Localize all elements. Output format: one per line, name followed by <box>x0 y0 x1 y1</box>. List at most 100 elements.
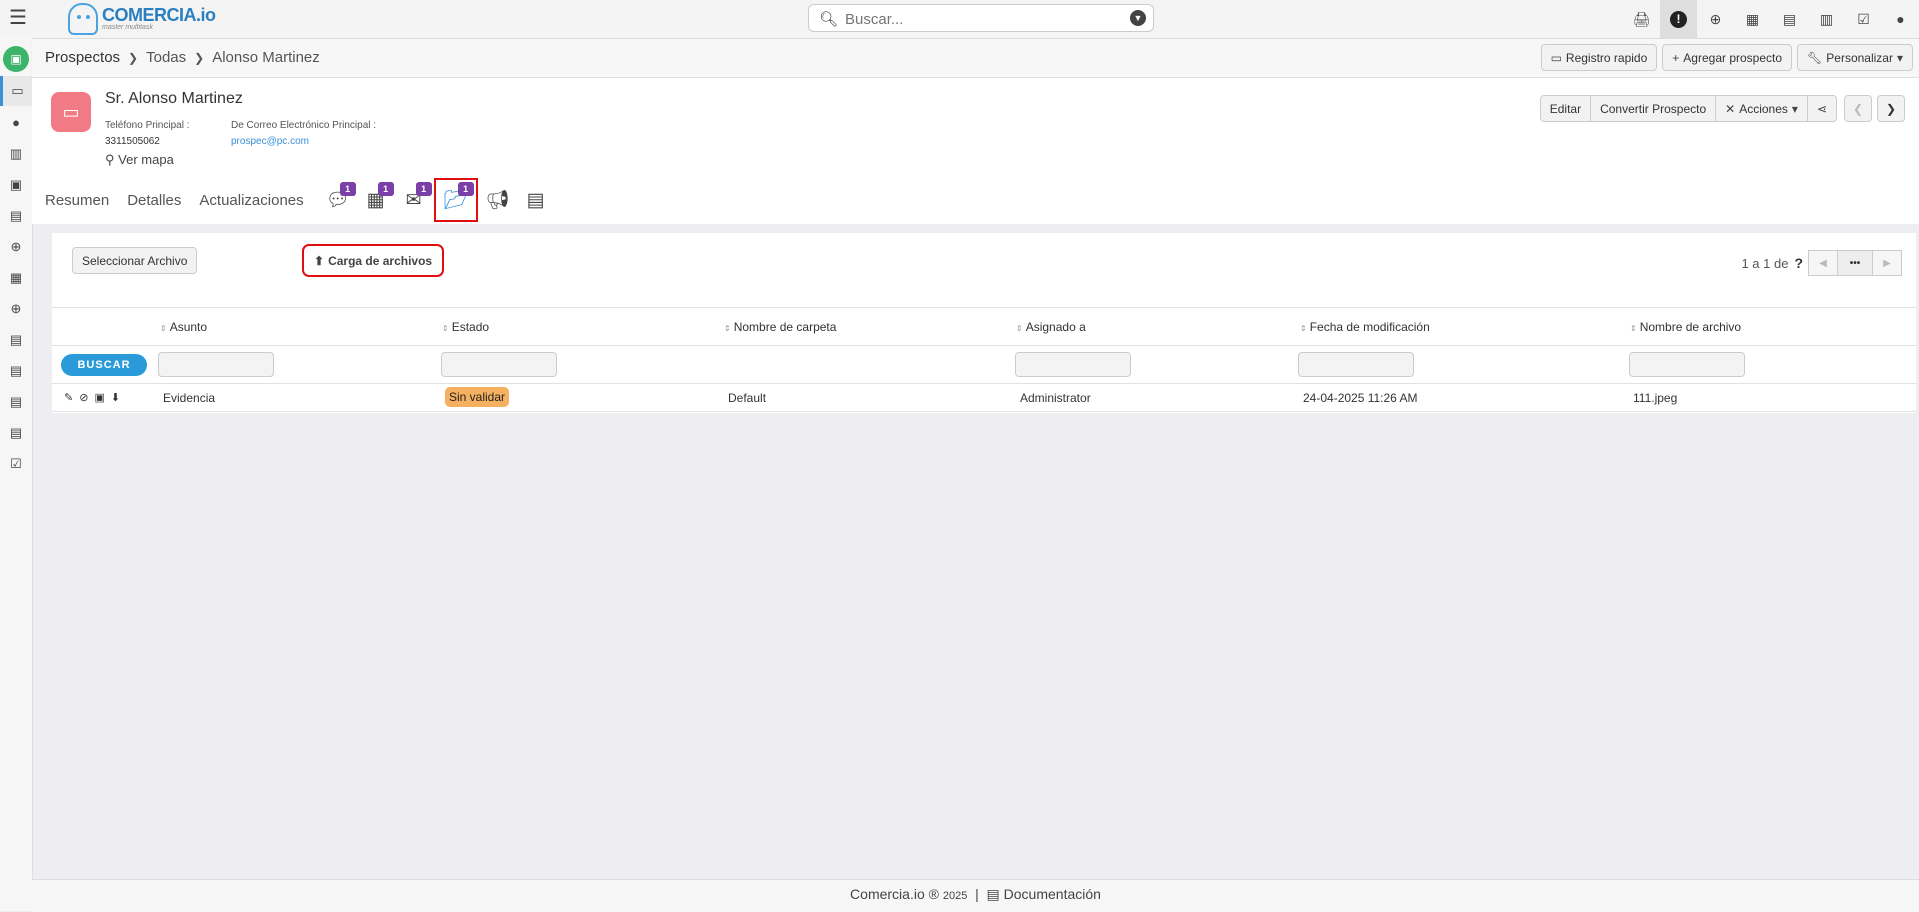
convert-prospect-button[interactable]: Convertir Prospecto <box>1590 95 1717 122</box>
prev-page-button[interactable]: ◀ <box>1808 250 1838 276</box>
next-page-button[interactable]: ▶ <box>1872 250 1902 276</box>
tab-updates[interactable]: Actualizaciones <box>199 192 303 209</box>
column-assigned-to[interactable]: ⇕ Asignado a <box>1016 320 1086 334</box>
comments-count-badge: 1 <box>339 182 356 196</box>
previous-record-button[interactable]: ❮ <box>1844 95 1872 122</box>
caret-down-icon: ▾ <box>1791 101 1798 116</box>
footer-year: 2025 <box>942 890 968 902</box>
sidebar-companies-icon[interactable]: ▥ <box>0 139 32 169</box>
quick-register-button[interactable]: ▭ Registro rapido <box>1540 44 1658 71</box>
sidebar-notes-icon[interactable]: ▤ <box>0 387 32 417</box>
upload-files-button[interactable]: ⬆ Carga de archivos <box>301 244 445 277</box>
chevron-right-icon: ❯ <box>128 50 139 65</box>
column-folder[interactable]: ⇕ Nombre de carpeta <box>724 320 836 334</box>
sort-icon: ⇕ <box>1630 324 1637 333</box>
sidebar-analysis-icon[interactable]: ⊕ <box>0 294 32 324</box>
sidebar-quotes-icon[interactable]: ▦ <box>0 263 32 293</box>
tab-comments[interactable]: 💬︎ 1 <box>322 182 356 215</box>
documents-panel: Seleccionar Archivo ⬆ Carga de archivos … <box>52 233 1916 413</box>
cell-subject[interactable]: Evidencia <box>163 391 215 405</box>
record-tabs: Resumen Detalles Actualizaciones 💬︎ 1 ▦ … <box>45 178 558 222</box>
cell-assigned-to: Administrator <box>1020 391 1091 405</box>
sidebar-cards-icon[interactable]: ▣ <box>0 170 32 200</box>
view-map-link[interactable]: ⚲ Ver mapa <box>105 152 174 168</box>
breadcrumb-all[interactable]: Todas <box>146 49 186 66</box>
pagination: 1 a 1 de ? ◀ ••• ▶ <box>1741 250 1902 276</box>
add-prospect-label: Agregar prospecto <box>1683 50 1783 65</box>
tab-events[interactable]: ▦ 1 <box>360 182 394 215</box>
documentation-link[interactable]: Documentación <box>1004 886 1101 902</box>
breadcrumb-current: Alonso Martinez <box>212 49 320 66</box>
filename-filter-input[interactable] <box>1629 352 1745 377</box>
link-icon[interactable]: ⊘ <box>79 391 88 404</box>
footer-brand: Comercia.io ® <box>850 886 939 902</box>
download-icon[interactable]: ⬇ <box>111 391 120 404</box>
chevron-right-icon: ❯ <box>194 50 205 65</box>
tab-summary[interactable]: Resumen <box>45 192 109 209</box>
sidebar-search-icon[interactable]: ⊕ <box>0 232 32 262</box>
notifications-icon[interactable]: ! <box>1660 0 1697 38</box>
footer: Comercia.io ® 2025 | ▤ Documentación <box>32 879 1919 912</box>
select-file-button[interactable]: Seleccionar Archivo <box>72 247 198 274</box>
phone-field: Teléfono Principal : 3311505062 <box>105 118 190 150</box>
add-icon[interactable]: ⊕ <box>1697 0 1734 38</box>
sidebar-payments-icon[interactable]: ▤ <box>0 356 32 386</box>
edit-pencil-icon[interactable]: ✎ <box>64 391 73 404</box>
share-button[interactable]: ⋖ <box>1806 95 1837 122</box>
modified-filter-input[interactable] <box>1298 352 1414 377</box>
chart-icon[interactable]: ▥ <box>1808 0 1845 38</box>
question-icon[interactable]: ? <box>1794 255 1803 271</box>
next-record-button[interactable]: ❯ <box>1877 95 1905 122</box>
tab-documents[interactable]: 📂︎ 1 <box>433 178 478 222</box>
search-input[interactable] <box>843 8 1107 30</box>
column-status[interactable]: ⇕ Estado <box>442 320 489 334</box>
bullhorn-icon: 📢︎ <box>485 190 510 211</box>
customize-button[interactable]: 🔧︎ Personalizar ▾ <box>1797 44 1913 71</box>
edit-button[interactable]: Editar <box>1539 95 1592 122</box>
breadcrumb-prospects[interactable]: Prospectos <box>45 49 120 66</box>
fax-icon[interactable]: 🖨︎ <box>1623 0 1660 38</box>
top-icon-bar: 🖨︎ ! ⊕ ▦ ▤ ▥ ☑ ● <box>1623 0 1919 38</box>
tab-emails[interactable]: ✉ 1 <box>398 182 432 215</box>
calendar-icon[interactable]: ▤ <box>1771 0 1808 38</box>
module-home-icon[interactable]: ▣ <box>3 46 29 72</box>
sidebar-invoices-icon[interactable]: ▤ <box>0 325 32 355</box>
pagination-text: 1 a 1 de <box>1741 255 1789 271</box>
actions-button[interactable]: ✕ Acciones ▾ <box>1715 95 1808 122</box>
column-filename[interactable]: ⇕ Nombre de archivo <box>1630 320 1741 334</box>
table-row[interactable]: ✎ ⊘ ▣ ⬇ Evidencia Sin validar Default Ad… <box>52 384 1916 412</box>
sidebar-book-icon[interactable]: ▤ <box>0 201 32 231</box>
upload-files-label: Carga de archivos <box>328 253 433 268</box>
menu-icon[interactable]: ☰ <box>8 8 28 28</box>
user-icon[interactable]: ● <box>1882 0 1919 38</box>
sort-icon: ⇕ <box>160 324 167 333</box>
image-preview-icon[interactable]: ▣ <box>94 391 104 404</box>
subject-filter-input[interactable] <box>158 352 274 377</box>
search-dropdown-icon[interactable]: ▼ <box>1130 10 1146 26</box>
email-value[interactable]: prospec@pc.com <box>231 134 376 150</box>
map-marker-icon: ⚲ <box>105 152 115 167</box>
events-count-badge: 1 <box>377 182 394 196</box>
calendar-check-icon[interactable]: ▦ <box>1734 0 1771 38</box>
column-subject[interactable]: ⇕ Asunto <box>160 320 207 334</box>
search-button[interactable]: BUSCAR <box>61 354 147 376</box>
documents-table: ⇕ Asunto ⇕ Estado ⇕ Nombre de carpeta ⇕ Asig… <box>52 307 1916 412</box>
status-badge: Sin validar <box>445 387 510 407</box>
sidebar-prospects-icon[interactable]: ▭ <box>0 76 32 106</box>
sort-icon: ⇕ <box>442 324 449 333</box>
email-label: De Correo Electrónico Principal : <box>231 120 377 131</box>
assigned-filter-input[interactable] <box>1015 352 1131 377</box>
column-modified-date[interactable]: ⇕ Fecha de modificación <box>1300 320 1430 334</box>
sidebar-contacts-icon[interactable]: ● <box>0 108 32 138</box>
status-filter-input[interactable] <box>441 352 557 377</box>
documents-count-badge: 1 <box>457 182 474 196</box>
sidebar-calendar-icon[interactable]: ☑ <box>0 449 32 479</box>
sidebar-tasks-icon[interactable]: ▤ <box>0 418 32 448</box>
add-prospect-button[interactable]: + Agregar prospecto <box>1662 44 1793 71</box>
more-pages-button[interactable]: ••• <box>1837 250 1873 276</box>
tab-details[interactable]: Detalles <box>127 192 181 209</box>
tab-campaigns[interactable]: 📢︎ <box>482 185 514 215</box>
tab-contracts[interactable]: ▤ <box>520 185 552 215</box>
app-logo[interactable]: COMERCIA.io master multitask <box>68 2 216 36</box>
task-check-icon[interactable]: ☑ <box>1845 0 1882 38</box>
